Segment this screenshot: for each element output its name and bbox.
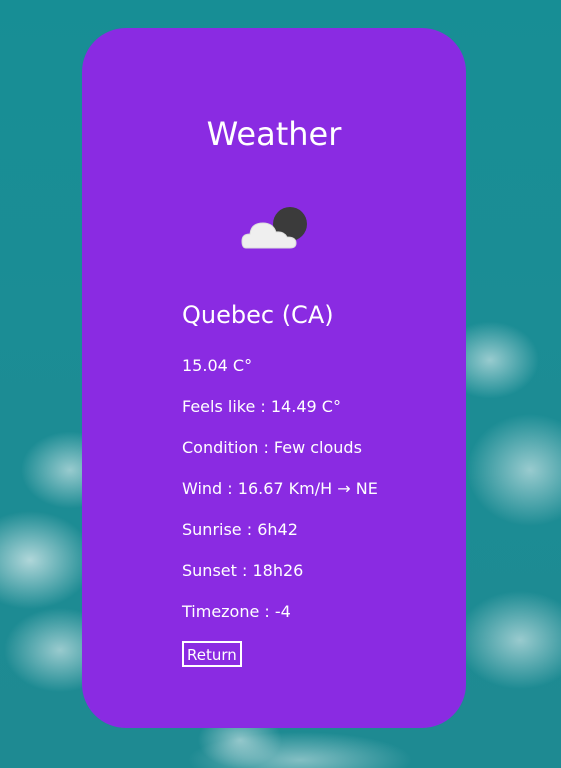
- weather-card: Weather Quebec (CA) 15.04 C° Feels like …: [82, 28, 466, 728]
- timezone-value: Timezone : -4: [182, 602, 291, 621]
- sunrise-value: Sunrise : 6h42: [182, 520, 298, 539]
- sunset-value: Sunset : 18h26: [182, 561, 304, 580]
- feels-like-value: Feels like : 14.49 C°: [182, 397, 341, 416]
- condition-value: Condition : Few clouds: [182, 438, 362, 457]
- page-title: Weather: [206, 115, 342, 153]
- wind-value: Wind : 16.67 Km/H → NE: [182, 479, 378, 498]
- few-clouds-night-icon: [241, 207, 307, 249]
- location-name: Quebec (CA): [182, 301, 334, 329]
- return-button[interactable]: Return: [182, 641, 242, 667]
- temperature-value: 15.04 C°: [182, 356, 253, 375]
